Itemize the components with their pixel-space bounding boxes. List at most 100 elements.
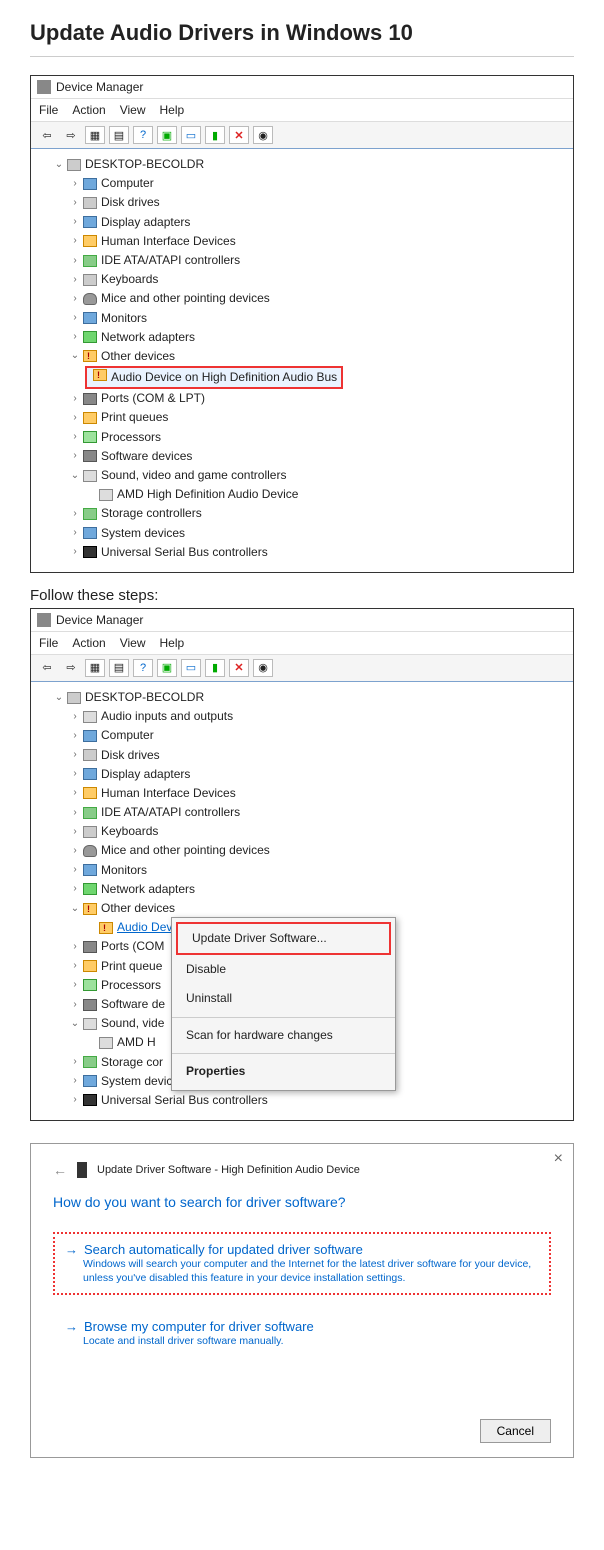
expand-icon[interactable]: › xyxy=(69,939,81,955)
ctx-update-driver[interactable]: Update Driver Software... xyxy=(176,922,391,955)
expand-icon[interactable]: › xyxy=(69,544,81,560)
cat-printq[interactable]: Print queue xyxy=(101,957,162,976)
expand-icon[interactable]: › xyxy=(69,329,81,345)
cat-storage[interactable]: Storage cor xyxy=(101,1053,163,1072)
cat-monitors[interactable]: Monitors xyxy=(101,309,147,328)
expand-icon[interactable]: › xyxy=(69,410,81,426)
cat-ide[interactable]: IDE ATA/ATAPI controllers xyxy=(101,251,240,270)
cat-mice[interactable]: Mice and other pointing devices xyxy=(101,289,270,308)
item-amd[interactable]: AMD H xyxy=(117,1033,156,1052)
menu-view[interactable]: View xyxy=(120,636,146,650)
cat-mice[interactable]: Mice and other pointing devices xyxy=(101,841,270,860)
add-button[interactable]: ▮ xyxy=(205,126,225,144)
expand-icon[interactable]: › xyxy=(69,709,81,725)
cat-hid[interactable]: Human Interface Devices xyxy=(101,784,236,803)
cat-storage[interactable]: Storage controllers xyxy=(101,504,202,523)
expand-icon[interactable]: › xyxy=(69,728,81,744)
cat-network[interactable]: Network adapters xyxy=(101,328,195,347)
cat-other[interactable]: Other devices xyxy=(101,347,175,366)
ctx-properties[interactable]: Properties xyxy=(172,1057,395,1086)
expand-icon[interactable]: › xyxy=(69,977,81,993)
expand-icon[interactable]: ⌄ xyxy=(69,1016,81,1032)
expand-icon[interactable]: › xyxy=(69,429,81,445)
cat-computer[interactable]: Computer xyxy=(101,174,154,193)
cat-display[interactable]: Display adapters xyxy=(101,213,190,232)
back-button[interactable]: ⇦ xyxy=(37,126,57,144)
cat-ports[interactable]: Ports (COM xyxy=(101,937,164,956)
properties-button[interactable]: ▤ xyxy=(109,126,129,144)
menu-help[interactable]: Help xyxy=(160,636,185,650)
more-button[interactable]: ◉ xyxy=(253,659,273,677)
expand-icon[interactable]: › xyxy=(69,391,81,407)
cat-keyboards[interactable]: Keyboards xyxy=(101,270,158,289)
tree-root[interactable]: DESKTOP-BECOLDR xyxy=(85,688,204,707)
expand-icon[interactable]: › xyxy=(69,272,81,288)
expand-icon[interactable]: › xyxy=(69,448,81,464)
expand-icon[interactable]: › xyxy=(69,997,81,1013)
expand-icon[interactable]: › xyxy=(69,291,81,307)
cat-disk[interactable]: Disk drives xyxy=(101,746,160,765)
menu-view[interactable]: View xyxy=(120,103,146,117)
back-icon[interactable]: ← xyxy=(53,1162,67,1178)
expand-icon[interactable]: › xyxy=(69,862,81,878)
monitor-button[interactable]: ▭ xyxy=(181,126,201,144)
option-search-auto[interactable]: →Search automatically for updated driver… xyxy=(53,1232,551,1295)
cancel-button[interactable]: Cancel xyxy=(480,1419,551,1443)
cat-audio-io[interactable]: Audio inputs and outputs xyxy=(101,707,233,726)
cat-proc[interactable]: Processors xyxy=(101,428,161,447)
option-browse[interactable]: →Browse my computer for driver software … xyxy=(53,1309,551,1358)
close-icon[interactable]: × xyxy=(554,1150,563,1168)
expand-icon[interactable]: › xyxy=(69,1092,81,1108)
expand-icon[interactable]: › xyxy=(69,958,81,974)
cat-hid[interactable]: Human Interface Devices xyxy=(101,232,236,251)
scan-button[interactable]: ▣ xyxy=(157,659,177,677)
menu-file[interactable]: File xyxy=(39,636,58,650)
expand-icon[interactable]: ⌄ xyxy=(69,901,81,917)
expand-icon[interactable]: › xyxy=(69,1054,81,1070)
ctx-disable[interactable]: Disable xyxy=(172,955,395,984)
menu-action[interactable]: Action xyxy=(72,636,105,650)
expand-icon[interactable]: › xyxy=(69,253,81,269)
cat-usb[interactable]: Universal Serial Bus controllers xyxy=(101,1091,268,1110)
forward-button[interactable]: ⇨ xyxy=(61,126,81,144)
cat-sound[interactable]: Sound, vide xyxy=(101,1014,164,1033)
cat-sysdev[interactable]: System devices xyxy=(101,524,185,543)
cat-display[interactable]: Display adapters xyxy=(101,765,190,784)
expand-icon[interactable]: › xyxy=(69,766,81,782)
expand-icon[interactable]: › xyxy=(69,747,81,763)
remove-button[interactable]: ✕ xyxy=(229,659,249,677)
show-hidden-button[interactable]: ▦ xyxy=(85,126,105,144)
item-amd[interactable]: AMD High Definition Audio Device xyxy=(117,485,298,504)
ctx-uninstall[interactable]: Uninstall xyxy=(172,984,395,1013)
expand-icon[interactable]: › xyxy=(69,176,81,192)
monitor-button[interactable]: ▭ xyxy=(181,659,201,677)
cat-softdev[interactable]: Software de xyxy=(101,995,165,1014)
expand-icon[interactable]: ⌄ xyxy=(53,157,65,173)
cat-computer[interactable]: Computer xyxy=(101,726,154,745)
cat-sound[interactable]: Sound, video and game controllers xyxy=(101,466,286,485)
back-button[interactable]: ⇦ xyxy=(37,659,57,677)
expand-icon[interactable]: › xyxy=(69,214,81,230)
cat-disk[interactable]: Disk drives xyxy=(101,193,160,212)
cat-usb[interactable]: Universal Serial Bus controllers xyxy=(101,543,268,562)
cat-monitors[interactable]: Monitors xyxy=(101,861,147,880)
expand-icon[interactable]: › xyxy=(69,506,81,522)
show-hidden-button[interactable]: ▦ xyxy=(85,659,105,677)
cat-keyboards[interactable]: Keyboards xyxy=(101,822,158,841)
highlighted-audio-device[interactable]: Audio Device on High Definition Audio Bu… xyxy=(85,366,343,389)
menu-help[interactable]: Help xyxy=(160,103,185,117)
cat-ports[interactable]: Ports (COM & LPT) xyxy=(101,389,205,408)
expand-icon[interactable]: › xyxy=(69,843,81,859)
cat-printq[interactable]: Print queues xyxy=(101,408,168,427)
ctx-scan[interactable]: Scan for hardware changes xyxy=(172,1021,395,1050)
expand-icon[interactable]: ⌄ xyxy=(69,348,81,364)
expand-icon[interactable]: ⌄ xyxy=(69,468,81,484)
remove-button[interactable]: ✕ xyxy=(229,126,249,144)
cat-other[interactable]: Other devices xyxy=(101,899,175,918)
expand-icon[interactable]: › xyxy=(69,525,81,541)
menu-action[interactable]: Action xyxy=(72,103,105,117)
cat-network[interactable]: Network adapters xyxy=(101,880,195,899)
expand-icon[interactable]: ⌄ xyxy=(53,690,65,706)
expand-icon[interactable]: › xyxy=(69,233,81,249)
expand-icon[interactable]: › xyxy=(69,805,81,821)
